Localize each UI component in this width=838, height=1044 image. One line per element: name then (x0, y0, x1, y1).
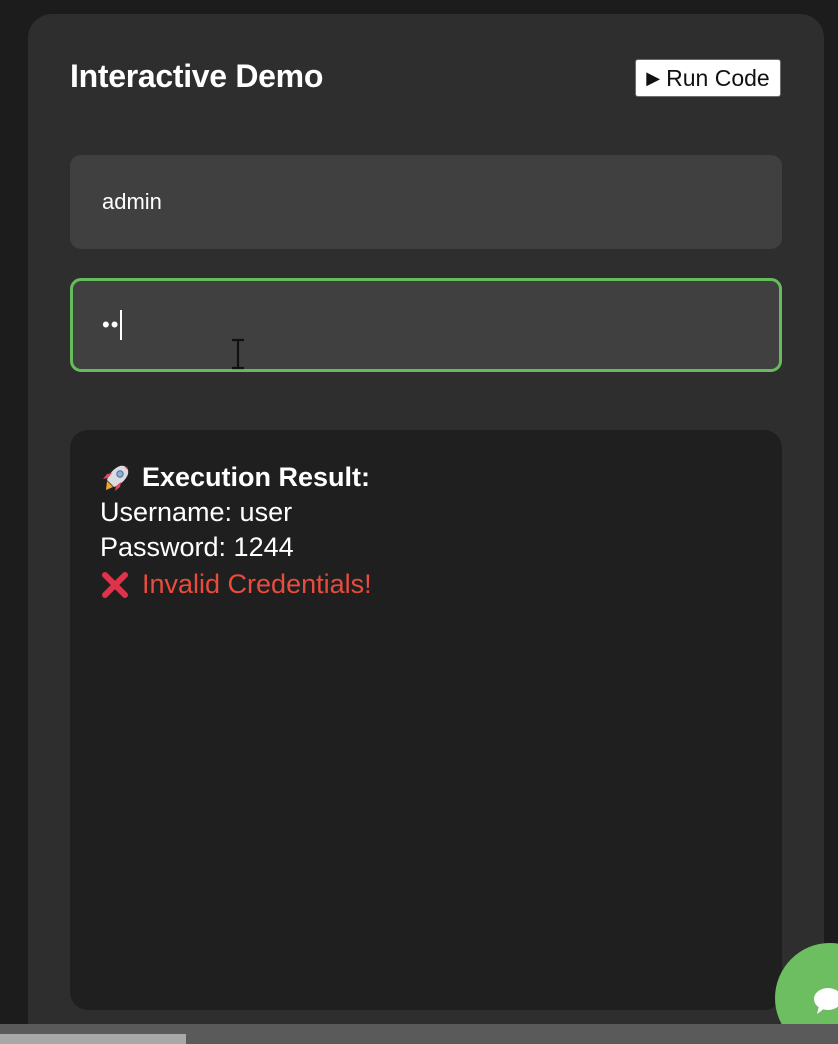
password-value: •• (102, 312, 120, 337)
demo-panel: Interactive Demo ▶ Run Code admin •• Exe… (28, 14, 824, 1044)
play-icon: ▶ (646, 68, 661, 88)
demo-title: Interactive Demo (70, 58, 324, 94)
chat-icon (814, 988, 838, 1014)
result-password: Password: 1244 (100, 532, 294, 562)
page: Interactive Demo ▶ Run Code admin •• Exe… (0, 0, 838, 1044)
text-cursor-icon (232, 338, 244, 370)
text-caret (120, 310, 123, 340)
result-error-row: Invalid Credentials! (100, 567, 752, 602)
run-code-label: Run Code (666, 64, 770, 91)
password-input[interactable]: •• (70, 278, 782, 372)
run-code-button[interactable]: ▶ Run Code (635, 59, 781, 97)
result-heading: Execution Result: (142, 462, 371, 492)
rocket-icon (103, 465, 129, 491)
username-value: admin (102, 189, 162, 214)
username-input[interactable]: admin (70, 155, 782, 249)
scrollbar-thumb[interactable] (0, 1034, 186, 1044)
result-username: Username: user (100, 497, 293, 527)
result-error-text: Invalid Credentials! (142, 569, 372, 599)
cross-mark-icon (102, 571, 128, 598)
result-heading-row: Execution Result: (100, 460, 752, 495)
execution-result-panel: Execution Result: Username: user Passwor… (70, 430, 782, 1010)
